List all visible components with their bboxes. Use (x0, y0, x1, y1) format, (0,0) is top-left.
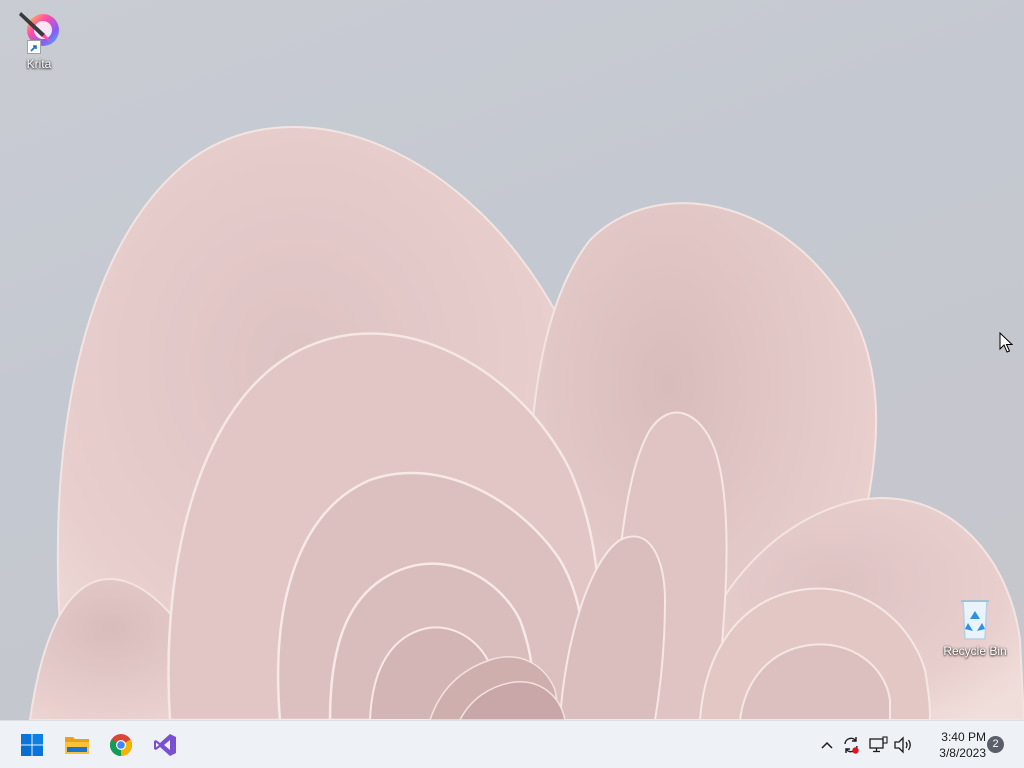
taskbar-chrome[interactable] (101, 725, 141, 765)
shortcut-arrow-icon (27, 40, 41, 54)
windows-start-icon (21, 734, 43, 756)
taskbar: 3:40 PM 3/8/2023 2 (0, 720, 1024, 768)
show-hidden-icons-button[interactable] (816, 733, 838, 757)
mouse-cursor-icon (999, 332, 1013, 353)
start-button[interactable] (12, 725, 52, 765)
folder-icon (65, 737, 89, 754)
desktop-icon-label: Krita (26, 57, 52, 71)
desktop-icon-label: Recycle Bin (943, 644, 1007, 658)
network-button[interactable] (867, 733, 889, 757)
taskbar-file-explorer[interactable] (57, 725, 97, 765)
volume-button[interactable] (892, 733, 914, 757)
recycle-bin-icon (951, 595, 999, 643)
wallpaper-bloom (28, 126, 1024, 720)
chrome-icon (110, 734, 132, 756)
desktop-icon-krita[interactable]: Krita (1, 8, 77, 71)
notification-center-badge[interactable]: 2 (987, 736, 1004, 753)
sync-icon (844, 737, 859, 754)
chevron-up-icon (821, 741, 833, 749)
network-icon (869, 736, 888, 753)
clock-date: 3/8/2023 (939, 746, 986, 760)
sync-status-button[interactable] (840, 733, 862, 757)
desktop[interactable]: Krita Recycle Bin (0, 0, 1024, 720)
desktop-icon-recycle-bin[interactable]: Recycle Bin (937, 595, 1013, 658)
clock-time: 3:40 PM (941, 730, 986, 744)
volume-icon (894, 736, 911, 754)
clock-button[interactable]: 3:40 PM 3/8/2023 (918, 729, 986, 761)
krita-icon (15, 8, 63, 56)
taskbar-visual-studio[interactable] (145, 725, 185, 765)
visual-studio-icon (154, 734, 176, 756)
